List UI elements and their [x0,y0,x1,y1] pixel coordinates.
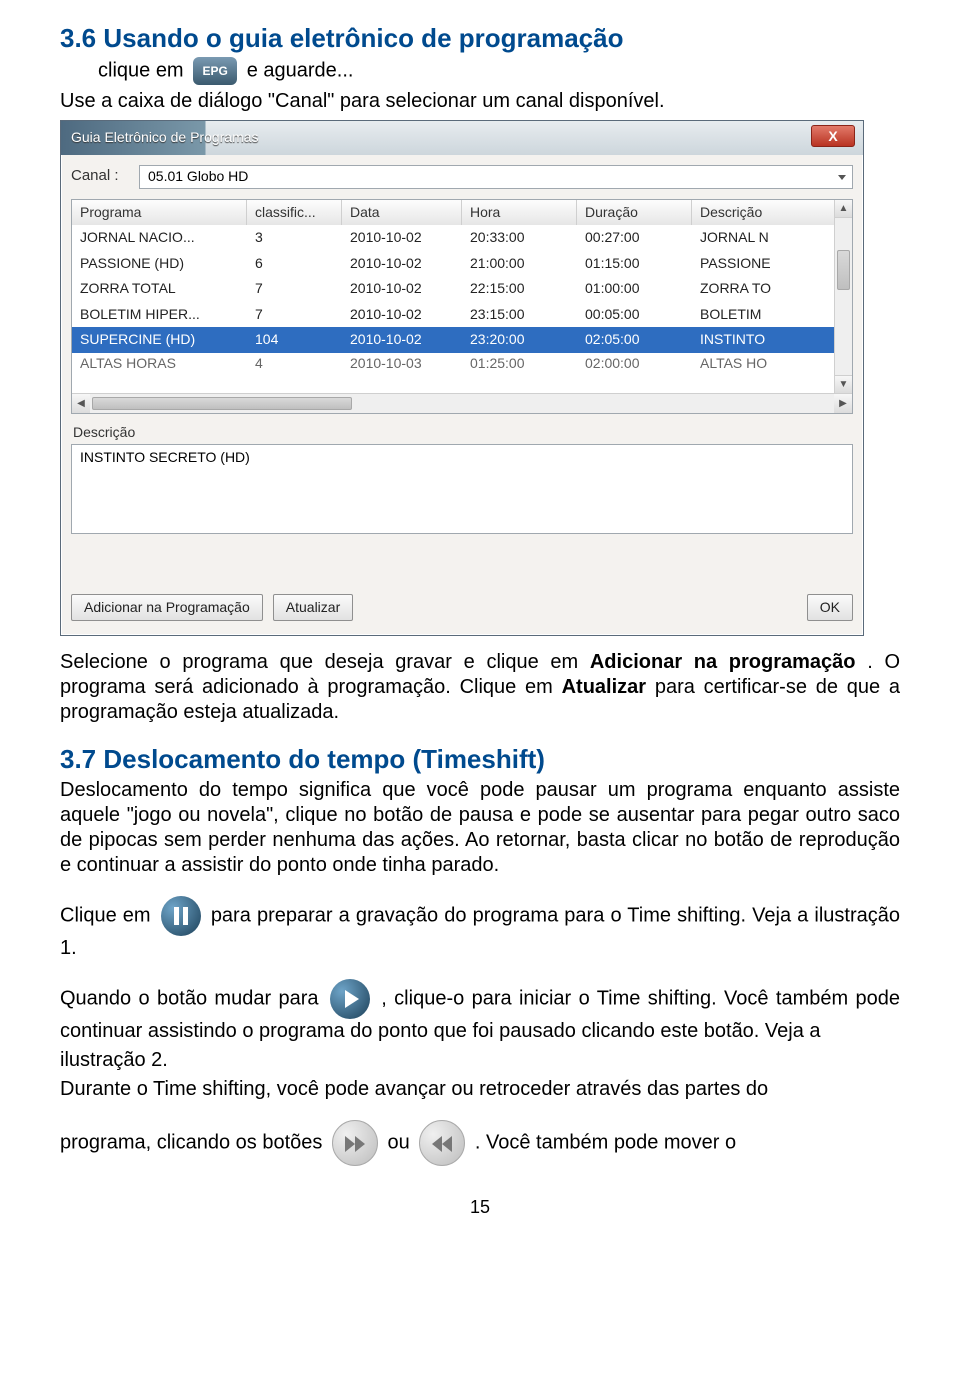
cell: 21:00:00 [462,251,577,277]
col-programa[interactable]: Programa [72,200,247,226]
description-label: Descrição [73,424,853,442]
cell: 2010-10-02 [342,327,462,353]
line-click-epg: clique em EPG e aguarde... [60,57,900,85]
section-3-7-heading: 3.7 Deslocamento do tempo (Timeshift) [60,743,900,776]
col-hora[interactable]: Hora [462,200,577,226]
horizontal-scrollbar[interactable]: ◀ ▶ [72,393,852,413]
cell: 01:15:00 [577,251,692,277]
refresh-button[interactable]: Atualizar [273,594,353,622]
scroll-right-icon[interactable]: ▶ [834,394,852,413]
bold-text: Atualizar [562,676,646,698]
pause-para: Clique em para preparar a gravação do pr… [60,896,900,961]
cell: 2010-10-02 [342,276,462,302]
cell: 2010-10-03 [342,353,462,373]
cell: 01:25:00 [462,353,577,373]
text: Clique em [60,904,157,926]
grid-header: Programa classific... Data Hora Duração … [72,200,852,226]
cell: 20:33:00 [462,225,577,251]
scroll-left-icon[interactable]: ◀ [72,394,90,413]
channel-value: 05.01 Globo HD [148,168,248,186]
pause-icon[interactable] [161,896,201,936]
section-3-6-heading: 3.6 Usando o guia eletrônico de programa… [60,22,900,55]
scroll-down-icon[interactable]: ▼ [835,375,852,393]
cell: 4 [247,353,342,373]
table-row[interactable]: ALTAS HORAS 4 2010-10-03 01:25:00 02:00:… [72,353,852,373]
cell: BOLETIM HIPER... [72,302,247,328]
cell: BOLETIM [692,302,832,328]
description-value: INSTINTO SECRETO (HD) [80,449,250,465]
text: ou [388,1131,416,1153]
close-button[interactable]: X [811,125,855,147]
table-row[interactable]: ZORRA TOTAL 7 2010-10-02 22:15:00 01:00:… [72,276,852,302]
bold-text: Adicionar na programação [590,651,856,673]
channel-combo[interactable]: 05.01 Globo HD [139,165,853,189]
play-icon[interactable] [330,979,370,1019]
table-row[interactable]: JORNAL NACIO... 3 2010-10-02 20:33:00 00… [72,225,852,251]
cell: 01:00:00 [577,276,692,302]
cell: JORNAL NACIO... [72,225,247,251]
ffrw-para-1: Durante o Time shifting, você pode avanç… [60,1077,900,1102]
cell: ZORRA TOTAL [72,276,247,302]
cell: ALTAS HO [692,353,832,373]
channel-label: Canal : [71,167,131,186]
col-descricao[interactable]: Descrição [692,200,832,226]
cell: ZORRA TO [692,276,832,302]
rewind-icon[interactable] [419,1120,465,1166]
scroll-up-icon[interactable]: ▲ [835,200,852,218]
text: . Você também pode mover o [475,1131,736,1153]
dialog-titlebar: Guia Eletrônico de Programas X [61,121,863,155]
cell: PASSIONE [692,251,832,277]
text-post-epg: e aguarde... [247,59,354,81]
cell: INSTINTO [692,327,832,353]
after-dialog-para: Selecione o programa que deseja gravar e… [60,650,900,725]
cell: SUPERCINE (HD) [72,327,247,353]
col-classific[interactable]: classific... [247,200,342,226]
play-para: Quando o botão mudar para , clique-o par… [60,979,900,1044]
add-to-schedule-button[interactable]: Adicionar na Programação [71,594,263,622]
illustration-2-line: ilustração 2. [60,1048,900,1073]
cell: 23:15:00 [462,302,577,328]
fast-forward-icon[interactable] [332,1120,378,1166]
table-row[interactable]: BOLETIM HIPER... 7 2010-10-02 23:15:00 0… [72,302,852,328]
description-box: INSTINTO SECRETO (HD) [71,444,853,534]
dialog-title: Guia Eletrônico de Programas [71,129,259,147]
cell: 6 [247,251,342,277]
scroll-thumb[interactable] [92,397,352,410]
col-data[interactable]: Data [342,200,462,226]
scroll-thumb[interactable] [837,250,850,290]
epg-dialog: Guia Eletrônico de Programas X Canal : 0… [60,120,864,637]
cell: JORNAL N [692,225,832,251]
page-number: 15 [60,1196,900,1219]
cell: ALTAS HORAS [72,353,247,373]
table-row-selected[interactable]: SUPERCINE (HD) 104 2010-10-02 23:20:00 0… [72,327,852,353]
text: programa, clicando os botões [60,1131,328,1153]
text: Selecione o programa que deseja gravar e… [60,651,590,673]
cell: 7 [247,302,342,328]
cell: 02:05:00 [577,327,692,353]
cell: PASSIONE (HD) [72,251,247,277]
cell: 2010-10-02 [342,302,462,328]
vertical-scrollbar[interactable]: ▲ ▼ [834,200,852,394]
cell: 7 [247,276,342,302]
epg-icon[interactable]: EPG [193,57,237,85]
table-row[interactable]: PASSIONE (HD) 6 2010-10-02 21:00:00 01:1… [72,251,852,277]
col-duracao[interactable]: Duração [577,200,692,226]
cell: 00:05:00 [577,302,692,328]
line-use-canal: Use a caixa de diálogo "Canal" para sele… [60,89,900,114]
ok-button[interactable]: OK [807,594,853,622]
cell: 02:00:00 [577,353,692,373]
cell: 2010-10-02 [342,225,462,251]
cell: 22:15:00 [462,276,577,302]
text-pre-epg: clique em [98,59,189,81]
program-grid: Programa classific... Data Hora Duração … [71,199,853,415]
cell: 23:20:00 [462,327,577,353]
cell: 2010-10-02 [342,251,462,277]
section-3-7-body: Deslocamento do tempo significa que você… [60,778,900,878]
cell: 104 [247,327,342,353]
cell: 00:27:00 [577,225,692,251]
text: Quando o botão mudar para [60,987,326,1009]
ffrw-para-2: programa, clicando os botões ou . Você t… [60,1120,900,1166]
cell: 3 [247,225,342,251]
